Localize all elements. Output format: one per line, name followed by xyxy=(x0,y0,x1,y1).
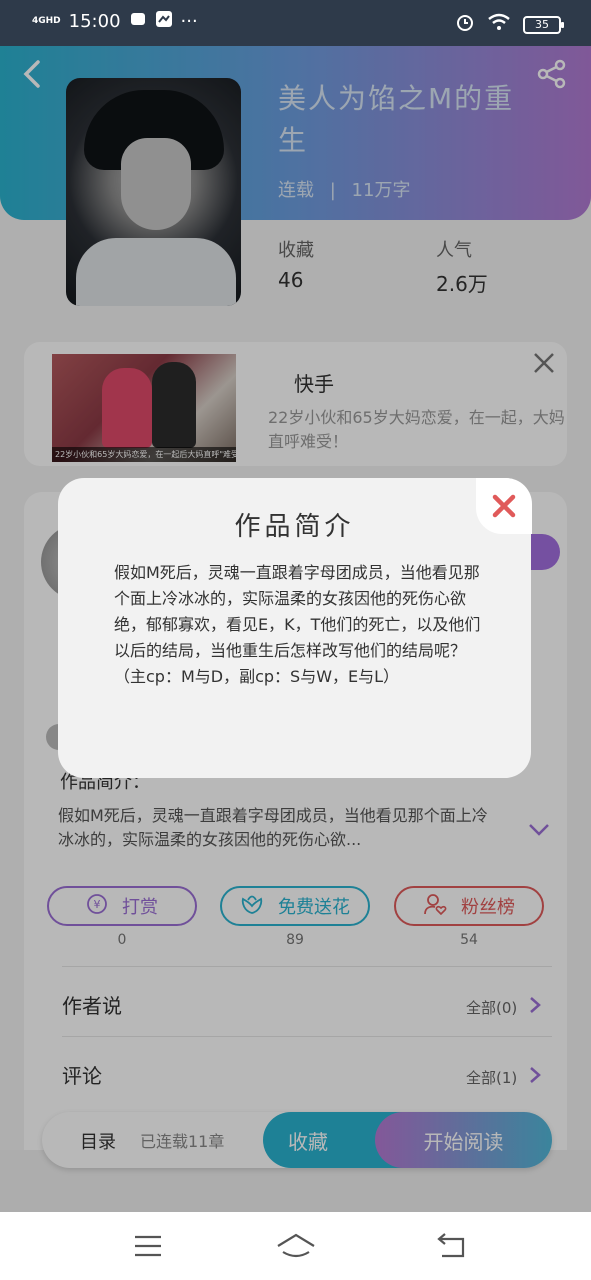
status-bar: 4GHD 15:00 ··· 35 xyxy=(0,0,591,46)
app-notification-icon xyxy=(129,10,147,33)
back-nav-icon[interactable] xyxy=(436,1232,466,1262)
intro-modal: 作品简介 假如M死后，灵魂一直跟着字母团成员，当他看见那个面上冷冰冰的，实际温柔… xyxy=(58,478,531,778)
message-notification-icon xyxy=(155,10,173,33)
modal-title: 作品简介 xyxy=(234,512,355,542)
signal-indicator: 4GHD xyxy=(32,16,61,26)
clock: 15:00 xyxy=(68,11,121,32)
system-nav-bar xyxy=(0,1212,591,1280)
alarm-icon xyxy=(455,12,475,37)
modal-close-icon[interactable] xyxy=(476,478,532,534)
battery-indicator: 35 xyxy=(523,15,564,34)
modal-body: 假如M死后，灵魂一直跟着字母团成员，当他看见那个面上冷冰冰的，实际温柔的女孩因他… xyxy=(114,563,481,686)
home-icon[interactable] xyxy=(276,1232,316,1264)
menu-icon[interactable] xyxy=(134,1234,162,1262)
wifi-icon xyxy=(487,13,511,36)
more-notifications: ··· xyxy=(180,11,198,32)
